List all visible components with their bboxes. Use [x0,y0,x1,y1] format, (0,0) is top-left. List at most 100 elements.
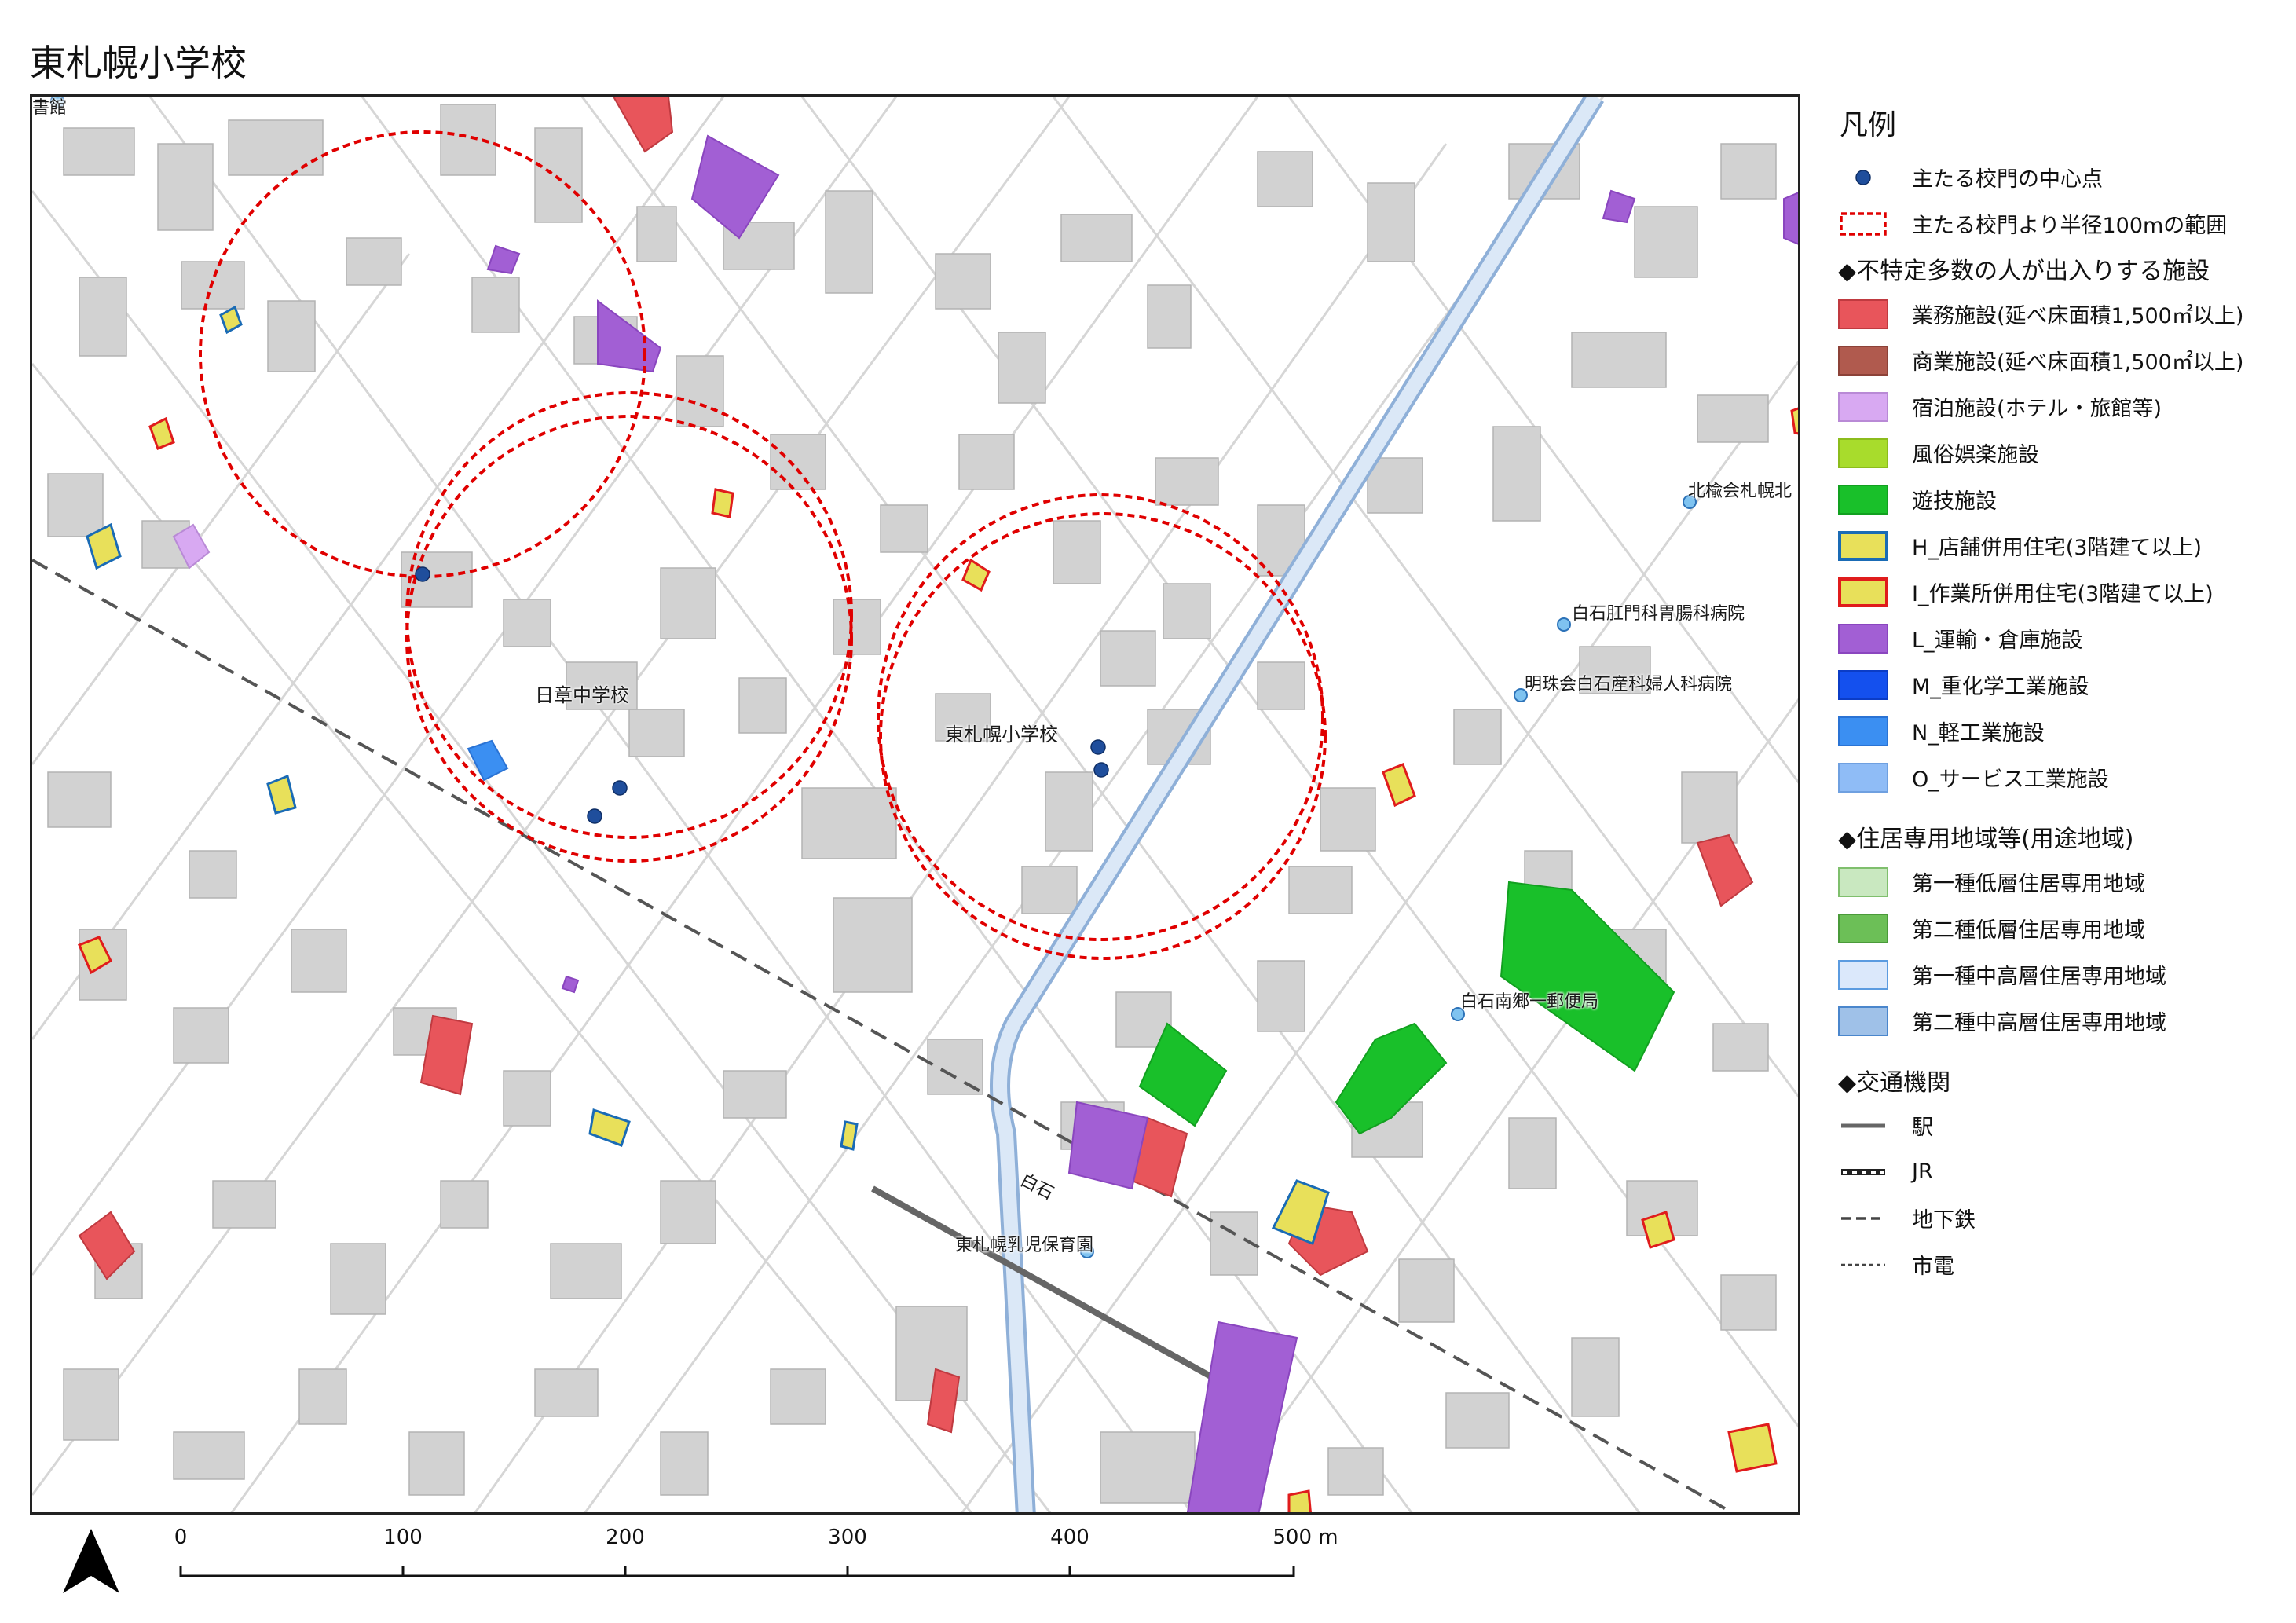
legend-item-zoning: 第二種低層住居専用地域 [1838,905,2278,951]
legend-label: 第一種低層住居専用地域 [1912,872,2145,896]
legend-item-tram: 市電 [1838,1241,2278,1288]
swatch [1838,866,1888,897]
legend-item-facility: 業務施設(延べ床面積1,500㎡以上) [1838,291,2278,337]
swatch [1838,762,1888,793]
legend-label: 主たる校門の中心点 [1912,167,2103,192]
swatch [1838,530,1888,561]
workshop-house [1727,1423,1778,1473]
label-nursery: 東札幌乳児保育園 [955,1236,1094,1255]
legend-label: N_軽工業施設 [1912,721,2045,746]
dashed-box-icon [1840,211,1887,236]
legend-item-facility: 宿泊施設(ホテル・旅館等) [1838,383,2278,430]
workshop-house [961,558,991,592]
legend-label: I_作業所併用住宅(3階建て以上) [1912,582,2214,606]
swatch [1838,484,1888,515]
label-hospital-2: 明珠会白石産科婦人科病院 [1525,675,1733,694]
swatch [1838,716,1888,746]
workshop-house [1790,407,1798,435]
poi-marker [1557,617,1571,632]
business-facility [1696,833,1754,907]
workshop-house [1382,763,1416,808]
warehouse-facility [1783,192,1798,245]
label-post-office: 白石南郷一郵便局 [1460,992,1599,1012]
legend-label: M_重化学工業施設 [1912,675,2089,699]
shop-house [219,305,243,335]
map-title: 東札幌小学校 [30,42,247,84]
legend-title: 凡例 [1840,109,1897,141]
swatch [1838,1006,1888,1036]
legend-label: 主たる校門より半径100mの範囲 [1912,214,2228,238]
legend-item-buffer: 主たる校門より半径100mの範囲 [1838,200,2278,247]
legend-item-facility: H_店舗併用住宅(3階建て以上) [1838,522,2278,569]
legend-item-zoning: 第一種中高層住居専用地域 [1838,951,2278,998]
subway-line [32,559,1730,1512]
swatch [1838,577,1888,607]
gate-center-point [587,808,602,824]
swatch [1838,438,1888,468]
legend-label: 遊技施設 [1912,489,1997,514]
scale-bar: 0 100 200 300 400 500 m [157,1526,1382,1604]
warehouse-facility [597,299,662,373]
swatch [1838,959,1888,990]
tram-line-icon [1841,1263,1885,1266]
legend-label: 地下鉄 [1912,1208,1976,1233]
legend-label: O_サービス工業施設 [1912,768,2109,792]
legend-item-station: 駅 [1838,1102,2278,1149]
legend-item-facility: I_作業所併用住宅(3階建て以上) [1838,569,2278,615]
game-facility [1335,1022,1448,1135]
swatch [1838,669,1888,700]
station-line-icon [1841,1123,1885,1127]
legend-label: 第二種中高層住居専用地域 [1912,1011,2166,1035]
map-canvas[interactable] [32,97,1800,1515]
jr-line-icon [1841,1168,1885,1175]
buildings [47,104,1777,1504]
legend-item-zoning: 第二種中高層住居専用地域 [1838,998,2278,1044]
shop-house [840,1120,859,1151]
legend-label: JR [1912,1160,1933,1184]
legend-label: H_店舗併用住宅(3階建て以上) [1912,536,2203,560]
legend-item-facility: L_運輸・倉庫施設 [1838,615,2278,661]
legend-label: L_運輸・倉庫施設 [1912,628,2083,653]
warehouse-facility [486,244,521,275]
swatch [1838,345,1888,376]
subway-line-icon [1841,1216,1885,1220]
warehouse-facility [1602,189,1636,224]
legend-item-facility: 風俗娯楽施設 [1838,430,2278,476]
label-hospital-3: 北楡会札幌北 [1688,482,1792,501]
gate-center-point [1090,739,1106,755]
gate-center-point [415,566,430,582]
label-hospital-1: 白石肛門科胃腸科病院 [1572,604,1745,624]
warehouse-facility [561,975,580,994]
legend-label: 第一種中高層住居専用地域 [1912,965,2166,989]
swatch [1838,913,1888,943]
legend-item-facility: O_サービス工業施設 [1838,754,2278,801]
map-frame[interactable]: 書館 日章中学校 東札幌小学校 白石 東札幌乳児保育園 白石南郷一郵便局 白石肛… [30,94,1800,1515]
swatch [1838,391,1888,422]
legend-item-zoning: 第一種低層住居専用地域 [1838,859,2278,905]
legend-label: 第二種低層住居専用地域 [1912,918,2145,943]
legend-label: 風俗娯楽施設 [1912,443,2039,467]
gate-center-point [1093,762,1109,778]
legend-label: 市電 [1912,1255,1954,1279]
legend-section-transport: ◆交通機関 [1838,1069,1951,1097]
label-library: 書館 [32,98,68,118]
workshop-house [711,488,734,518]
legend-item-subway: 地下鉄 [1838,1195,2278,1241]
legend-label: 商業施設(延べ床面積1,500㎡以上) [1912,350,2244,375]
workshop-house [148,416,175,450]
legend-label: 駅 [1912,1116,1933,1140]
legend: 凡例 主たる校門の中心点 主たる校門より半径100mの範囲 ◆不特定多数の人が出… [1838,102,2278,1288]
shop-house [266,774,297,815]
legend-item-facility: 遊技施設 [1838,476,2278,522]
legend-section-facilities: ◆不特定多数の人が出入りする施設 [1838,258,2210,285]
legend-item-facility: 商業施設(延べ床面積1,500㎡以上) [1838,337,2278,383]
label-nissho-junior-high: 日章中学校 [535,684,629,706]
legend-item-facility: N_軽工業施設 [1838,708,2278,754]
swatch [1838,299,1888,329]
shop-house [588,1108,631,1147]
business-facility [612,97,674,153]
legend-label: 宿泊施設(ホテル・旅館等) [1912,397,2162,421]
legend-item-gate-point: 主たる校門の中心点 [1838,154,2278,200]
label-higashi-sapporo-elementary: 東札幌小学校 [945,724,1058,746]
swatch [1838,623,1888,654]
